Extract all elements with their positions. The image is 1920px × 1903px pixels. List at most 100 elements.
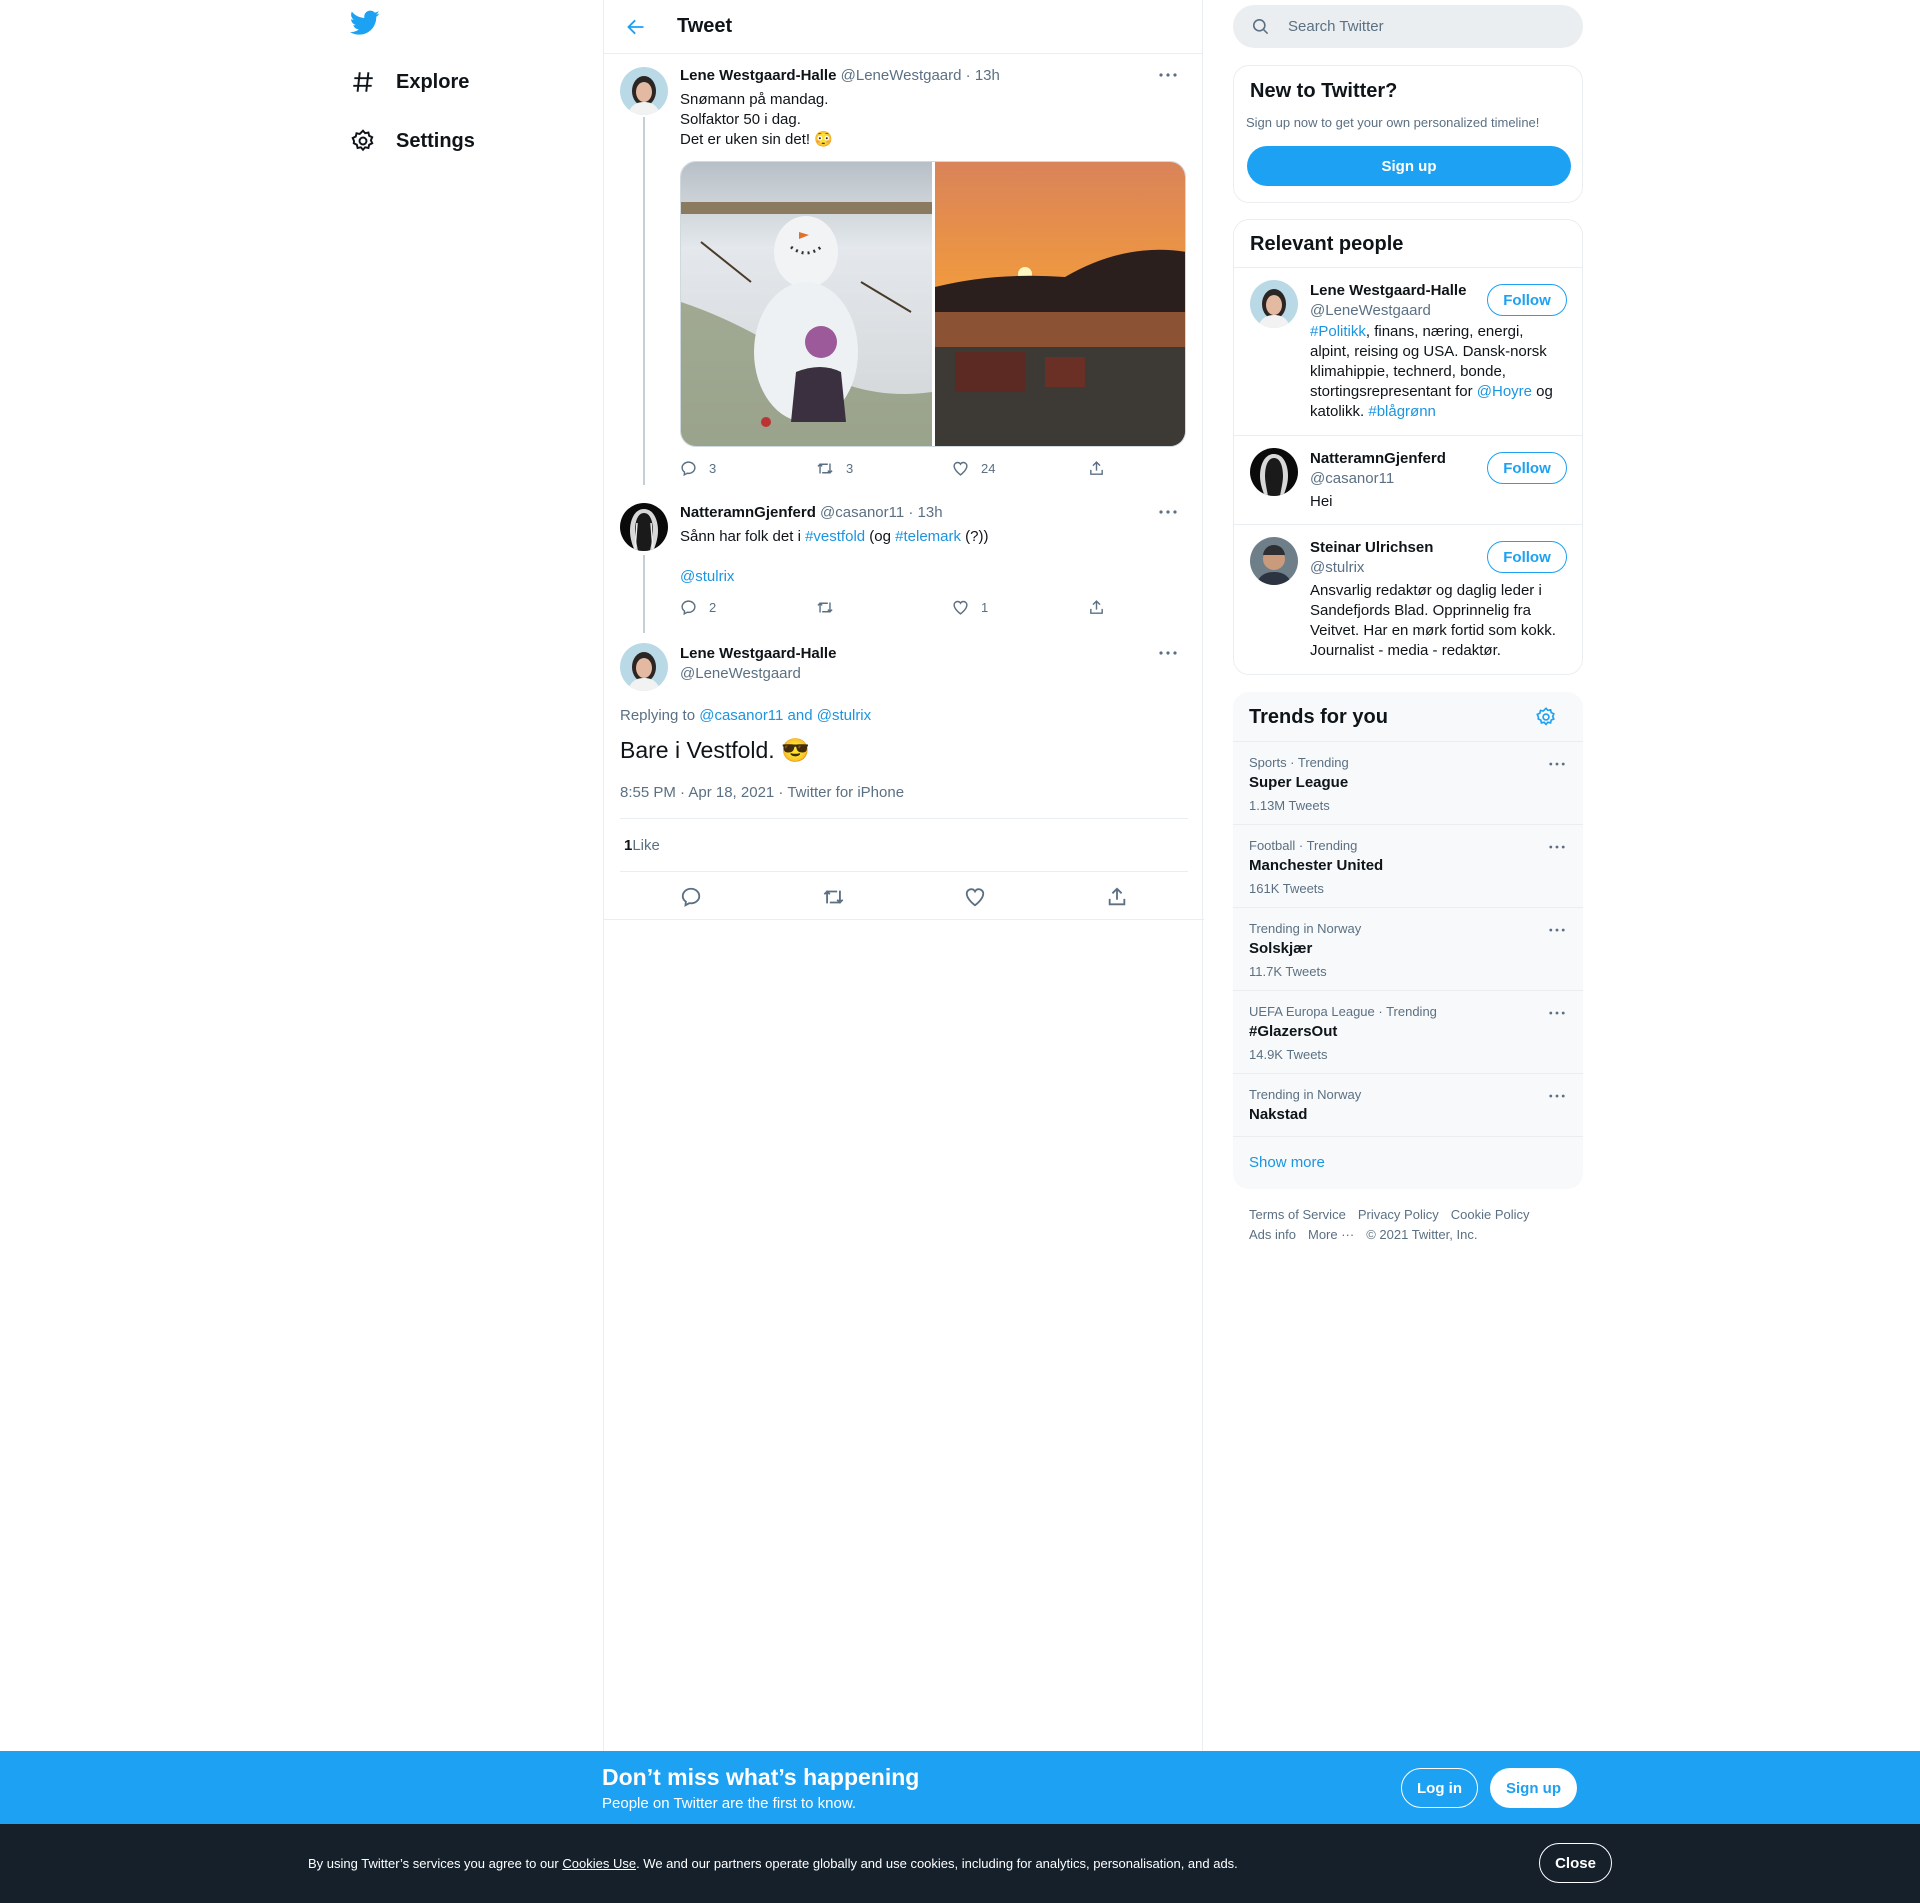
person-item[interactable]: Lene Westgaard-Halle @LeneWestgaard Foll… <box>1234 267 1582 435</box>
trend-name: Solskjær <box>1249 940 1313 957</box>
avatar[interactable] <box>1250 537 1298 585</box>
more-options-icon[interactable] <box>1156 643 1180 663</box>
privacy-link[interactable]: Privacy Policy <box>1358 1207 1439 1222</box>
like-count: 1 <box>981 600 989 615</box>
nav-explore[interactable]: Explore <box>350 57 469 107</box>
signup-banner: Don’t miss what’s happening People on Tw… <box>0 1751 1920 1824</box>
follow-button[interactable]: Follow <box>1487 452 1567 484</box>
cookie-policy-link[interactable]: Cookie Policy <box>1451 1207 1530 1222</box>
follow-button[interactable]: Follow <box>1487 284 1567 316</box>
more-options-icon[interactable] <box>1549 928 1565 932</box>
more-options-icon[interactable] <box>1549 845 1565 849</box>
replying-to: Replying to @casanor11 and @stulrix <box>620 707 871 724</box>
tweet-header: Tweet <box>604 0 1202 54</box>
search-input[interactable] <box>1288 18 1558 35</box>
search-bar[interactable] <box>1233 5 1583 48</box>
sunset-photo[interactable] <box>935 162 1185 446</box>
close-button[interactable]: Close <box>1539 1843 1612 1883</box>
show-more-row[interactable]: Show more <box>1233 1136 1583 1189</box>
share-button[interactable] <box>1106 886 1128 908</box>
follow-button[interactable]: Follow <box>1487 541 1567 573</box>
avatar[interactable] <box>620 67 668 115</box>
tweet-time[interactable]: · 13h <box>908 504 942 521</box>
reply-button[interactable]: 3 <box>680 460 816 477</box>
trend-item[interactable]: Trending in Norway Nakstad <box>1233 1073 1583 1136</box>
retweet-button[interactable]: 3 <box>816 460 952 477</box>
thread-tweet-2[interactable]: NatteramnGjenferd @casanor11 · 13h Sånn … <box>604 493 1204 633</box>
more-options-icon[interactable] <box>1156 502 1180 522</box>
card-title: Trends for you <box>1249 706 1388 728</box>
person-handle[interactable]: @LeneWestgaard <box>1310 302 1431 319</box>
twitter-logo-icon[interactable] <box>350 10 386 42</box>
hashtag-link[interactable]: #Politikk <box>1310 323 1366 340</box>
reply-button[interactable]: 2 <box>680 599 816 616</box>
ads-info-link[interactable]: Ads info <box>1249 1227 1296 1242</box>
trend-meta: Trending in Norway <box>1249 1087 1362 1102</box>
likes-summary[interactable]: 1 Like <box>620 818 1188 872</box>
new-to-twitter-card: New to Twitter? Sign up now to get your … <box>1233 65 1583 203</box>
settings-gear-icon[interactable] <box>1535 706 1557 728</box>
retweet-button[interactable] <box>822 886 845 908</box>
more-link[interactable]: More ··· <box>1308 1227 1354 1242</box>
reply-button[interactable] <box>680 886 702 908</box>
main-tweet-text: Bare i Vestfold. 😎 <box>620 737 810 763</box>
tweet-time[interactable]: · 13h <box>966 67 1000 84</box>
show-more-link[interactable]: Show more <box>1249 1154 1325 1171</box>
tweet-line: Snømann på mandag. <box>680 91 829 108</box>
retweet-icon <box>817 463 833 474</box>
more-options-icon[interactable] <box>1549 762 1565 766</box>
avatar[interactable] <box>1250 448 1298 496</box>
person-name[interactable]: NatteramnGjenferd <box>1310 450 1446 467</box>
person-name[interactable]: Lene Westgaard-Halle <box>1310 282 1466 299</box>
tweet-timestamp[interactable]: 8:55 PM · Apr 18, 2021 · Twitter for iPh… <box>620 784 904 801</box>
author-name[interactable]: Lene Westgaard-Halle <box>680 67 836 84</box>
sign-up-button[interactable]: Sign up <box>1247 146 1571 186</box>
nav-settings[interactable]: Settings <box>350 116 475 166</box>
sign-up-button[interactable]: Sign up <box>1490 1768 1577 1808</box>
thread-tweet-1[interactable]: Lene Westgaard-Halle @LeneWestgaard · 13… <box>604 55 1204 485</box>
trend-item[interactable]: Football · Trending Manchester United 16… <box>1233 824 1583 907</box>
avatar[interactable] <box>1250 280 1298 328</box>
person-item[interactable]: Steinar Ulrichsen @stulrix Follow Ansvar… <box>1234 524 1582 674</box>
author-handle[interactable]: @casanor11 <box>820 504 904 521</box>
heart-icon <box>966 887 985 906</box>
tweet-line: Solfaktor 50 i dag. <box>680 111 801 128</box>
avatar[interactable] <box>620 643 668 691</box>
person-handle[interactable]: @casanor11 <box>1310 470 1394 487</box>
more-options-icon[interactable] <box>1549 1094 1565 1098</box>
hashtag-link[interactable]: #vestfold <box>805 528 865 545</box>
mention-link[interactable]: @stulrix <box>680 568 734 585</box>
author-handle[interactable]: @LeneWestgaard <box>680 665 801 682</box>
author-name[interactable]: Lene Westgaard-Halle <box>680 645 836 662</box>
retweet-button[interactable] <box>816 599 952 616</box>
trend-item[interactable]: Trending in Norway Solskjær 11.7K Tweets <box>1233 907 1583 990</box>
replying-to-link[interactable]: @casanor11 and @stulrix <box>699 707 871 724</box>
like-button[interactable]: 1 <box>952 599 1088 616</box>
hashtag-link[interactable]: #telemark <box>895 528 961 545</box>
author-handle[interactable]: @LeneWestgaard <box>841 67 962 84</box>
avatar[interactable] <box>620 503 668 551</box>
person-name[interactable]: Steinar Ulrichsen <box>1310 539 1433 556</box>
back-button[interactable] <box>619 10 653 44</box>
nav-explore-label: Explore <box>396 70 470 93</box>
more-options-icon[interactable] <box>1549 1011 1565 1015</box>
snowman-photo[interactable] <box>681 162 932 446</box>
person-item[interactable]: NatteramnGjenferd @casanor11 Follow Hei <box>1234 435 1582 524</box>
tweet-line: Det er uken sin det! 😳 <box>680 131 833 148</box>
author-name[interactable]: NatteramnGjenferd <box>680 504 816 521</box>
cookies-use-link[interactable]: Cookies Use <box>562 1856 636 1871</box>
share-button[interactable] <box>1088 599 1224 616</box>
hashtag-link[interactable]: #blågrønn <box>1368 403 1436 420</box>
trend-item[interactable]: Sports · Trending Super League 1.13M Twe… <box>1233 741 1583 824</box>
mention-link[interactable]: @Hoyre <box>1477 383 1532 400</box>
trend-item[interactable]: UEFA Europa League · Trending #GlazersOu… <box>1233 990 1583 1073</box>
person-handle[interactable]: @stulrix <box>1310 559 1364 576</box>
share-button[interactable] <box>1088 460 1224 477</box>
terms-link[interactable]: Terms of Service <box>1249 1207 1346 1222</box>
log-in-button[interactable]: Log in <box>1401 1768 1478 1808</box>
like-button[interactable] <box>964 886 986 908</box>
like-button[interactable]: 24 <box>952 460 1088 477</box>
cookie-text-part: . We and our partners operate globally a… <box>636 1856 1238 1871</box>
more-options-icon[interactable] <box>1156 65 1180 85</box>
text: (?)) <box>961 528 989 545</box>
